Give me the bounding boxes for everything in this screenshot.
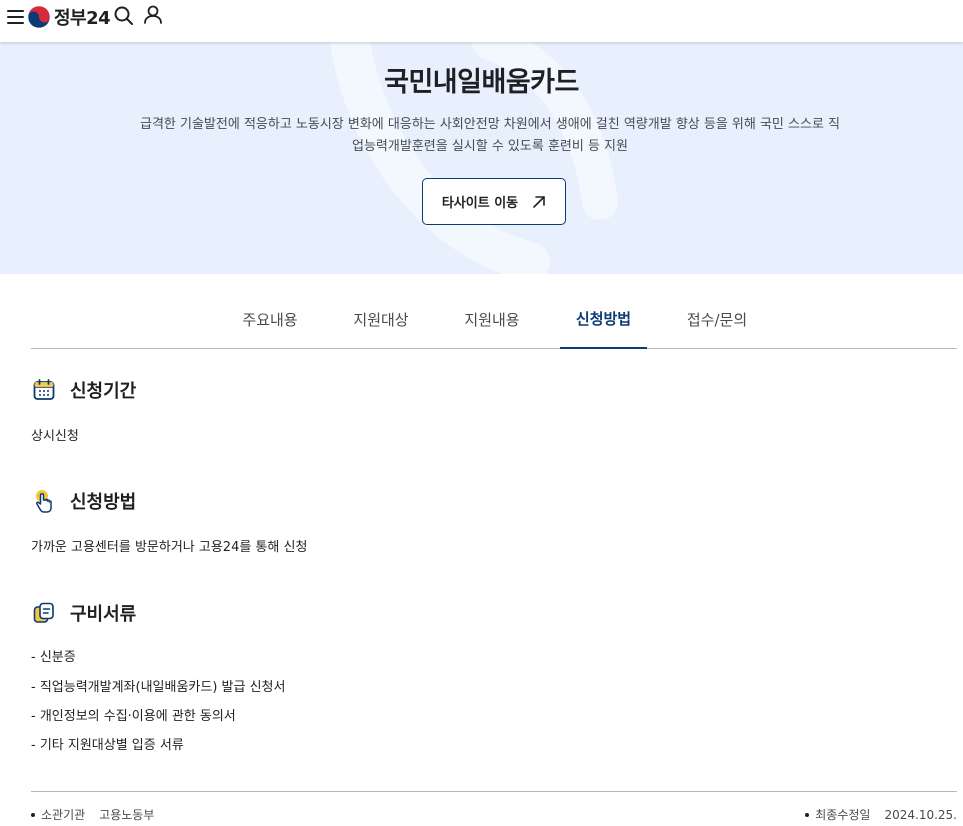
hero-banner: 국민내일배움카드 급격한 기술발전에 적응하고 노동시장 변화에 대응하는 사회… (0, 42, 963, 274)
calendar-icon (31, 377, 57, 403)
gov24-logo[interactable]: 정부24 (27, 4, 111, 30)
agency-value: 고용노동부 (99, 808, 155, 822)
section-period-title: 신청기간 (31, 377, 136, 403)
top-header: 정부24 (0, 0, 963, 42)
external-site-button[interactable]: 타사이트 이동 (422, 178, 566, 225)
section-heading: 신청기간 (70, 381, 137, 402)
tab-support-content[interactable]: 지원내용 (450, 290, 534, 348)
footer-updated: 최종수정일 2024.10.25. (805, 806, 957, 823)
bullet-dot (31, 812, 35, 817)
arrow-up-right-icon (533, 195, 545, 208)
tab-application-method[interactable]: 신청방법 (560, 290, 647, 349)
page-description: 급격한 기술발전에 적응하고 노동시장 변화에 대응하는 사회안전망 차원에서 … (140, 117, 840, 154)
search-icon[interactable] (113, 5, 135, 27)
hand-pointer-icon (31, 488, 57, 514)
document-list-item: - 직업능력개발계좌(내일배움카드) 발급 신청서 (31, 680, 286, 695)
updated-label: 최종수정일 (815, 808, 871, 822)
section-heading: 신청방법 (70, 492, 137, 513)
hamburger-menu-icon[interactable] (6, 6, 26, 26)
tab-main-content[interactable]: 주요내용 (228, 290, 312, 348)
document-list-item: - 신분증 (31, 650, 76, 665)
period-text: 상시신청 (31, 429, 79, 444)
method-text: 가까운 고용센터를 방문하거나 고용24를 통해 신청 (31, 540, 308, 555)
taegeuk-logo-icon (27, 5, 51, 29)
bullet-dot (805, 812, 810, 817)
user-icon[interactable] (142, 4, 164, 26)
document-copy-icon (31, 600, 57, 626)
logo-text: 정부24 (54, 8, 111, 29)
document-list-item: - 개인정보의 수집·이용에 관한 동의서 (31, 709, 236, 724)
section-heading: 구비서류 (70, 604, 137, 625)
external-site-button-label: 타사이트 이동 (441, 196, 519, 211)
section-method-title: 신청방법 (31, 488, 136, 514)
page-title: 국민내일배움카드 (384, 67, 579, 98)
document-list-item: - 기타 지원대상별 입증 서류 (31, 738, 184, 753)
footer-divider (31, 791, 957, 792)
footer-agency: 소관기관 고용노동부 (31, 806, 154, 823)
agency-label: 소관기관 (41, 808, 86, 822)
tab-eligibility[interactable]: 지원대상 (339, 290, 423, 348)
updated-value: 2024.10.25. (884, 807, 957, 822)
section-documents-title: 구비서류 (31, 600, 136, 626)
content-tabs: 주요내용 지원대상 지원내용 신청방법 접수/문의 (31, 290, 957, 349)
tab-contact[interactable]: 접수/문의 (675, 290, 759, 348)
